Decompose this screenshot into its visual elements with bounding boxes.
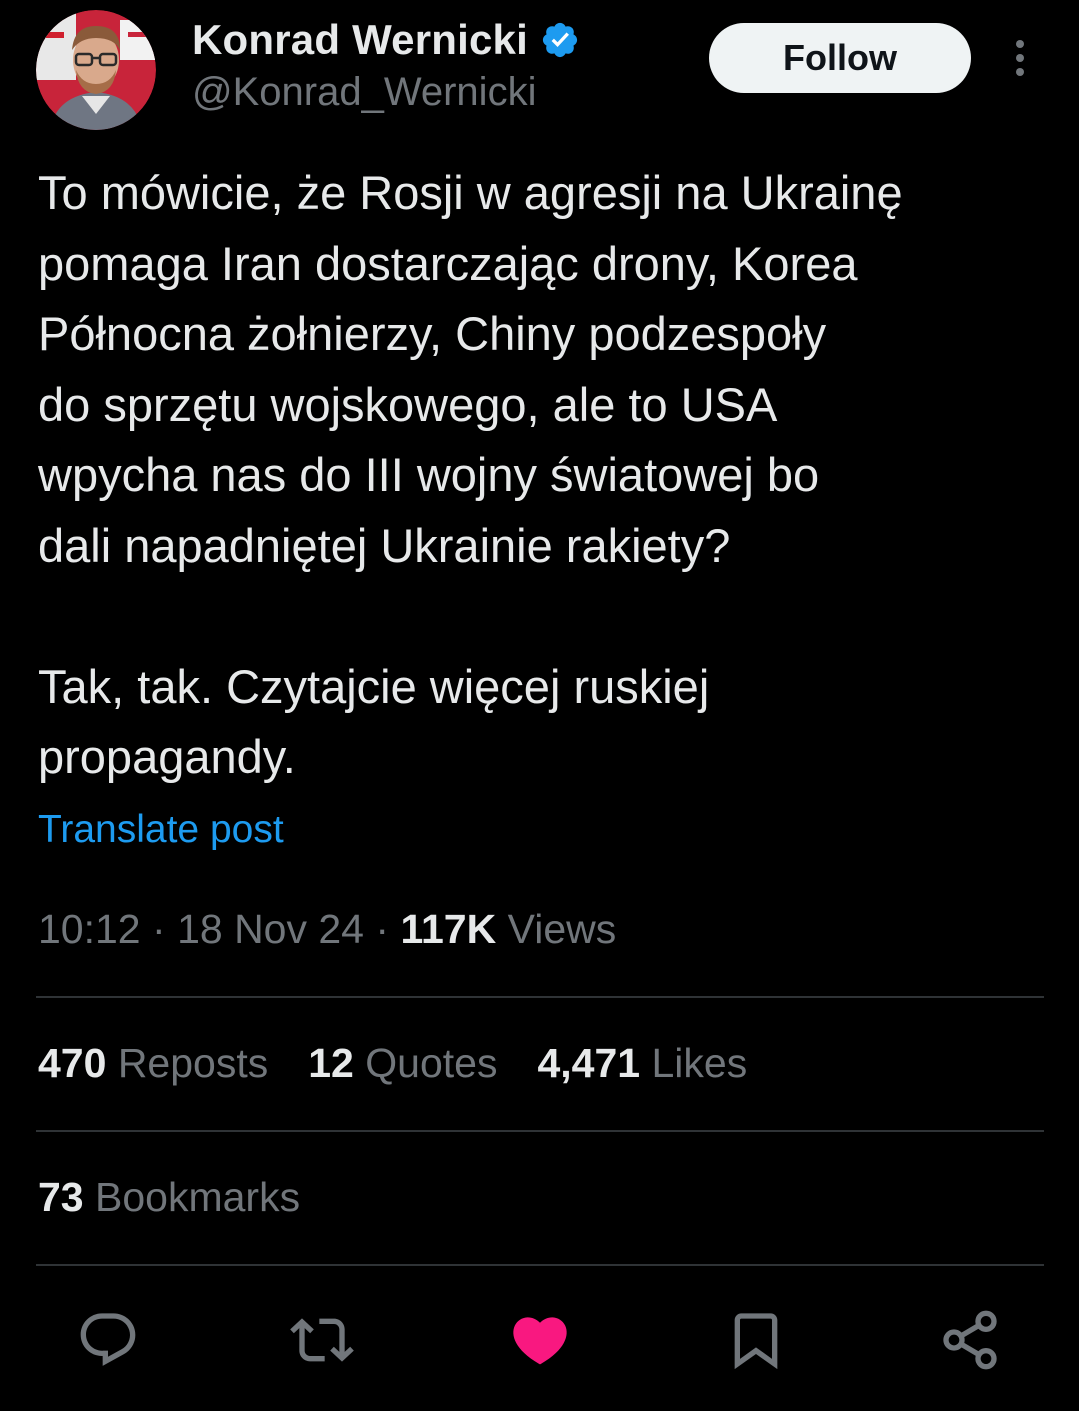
verified-badge-icon bbox=[542, 22, 578, 58]
follow-button[interactable]: Follow bbox=[709, 23, 971, 93]
quotes-stat[interactable]: 12 Quotes bbox=[308, 1040, 497, 1087]
post-date[interactable]: 18 Nov 24 bbox=[177, 906, 364, 952]
bookmark-icon bbox=[734, 1313, 778, 1370]
quotes-count: 12 bbox=[308, 1040, 354, 1086]
likes-stat[interactable]: 4,471 Likes bbox=[537, 1040, 747, 1087]
meta-separator: · bbox=[375, 906, 390, 952]
avatar[interactable] bbox=[36, 10, 156, 130]
reply-icon bbox=[80, 1313, 136, 1366]
engagement-stats: 470 Reposts 12 Quotes 4,471 Likes bbox=[38, 1040, 787, 1087]
views-label: Views bbox=[507, 906, 617, 952]
meta-separator: · bbox=[152, 906, 166, 952]
bookmarks-count: 73 bbox=[38, 1174, 84, 1220]
avatar-image bbox=[36, 10, 156, 130]
divider bbox=[36, 1264, 1044, 1266]
bookmarks-stat: 73 Bookmarks bbox=[38, 1174, 300, 1221]
share-icon bbox=[943, 1310, 997, 1370]
reposts-count: 470 bbox=[38, 1040, 107, 1086]
reply-button[interactable] bbox=[76, 1308, 140, 1372]
views-count: 117K bbox=[400, 906, 497, 952]
post-time[interactable]: 10:12 bbox=[38, 906, 141, 952]
translate-post-link[interactable]: Translate post bbox=[38, 808, 284, 852]
repost-icon bbox=[290, 1318, 354, 1362]
divider bbox=[36, 1130, 1044, 1132]
like-icon bbox=[513, 1317, 567, 1365]
reposts-stat[interactable]: 470 Reposts bbox=[38, 1040, 268, 1087]
divider bbox=[36, 996, 1044, 998]
reposts-label: Reposts bbox=[117, 1040, 269, 1086]
share-button[interactable] bbox=[938, 1308, 1002, 1372]
post-meta: 10:12 · 18 Nov 24 · 117K Views bbox=[38, 906, 616, 953]
bookmark-button[interactable] bbox=[724, 1308, 788, 1372]
more-options-icon[interactable] bbox=[1005, 38, 1035, 78]
likes-label: Likes bbox=[651, 1040, 748, 1086]
likes-count: 4,471 bbox=[537, 1040, 641, 1086]
repost-button[interactable] bbox=[290, 1308, 354, 1372]
author-name-row[interactable]: Konrad Wernicki bbox=[192, 14, 580, 66]
quotes-label: Quotes bbox=[365, 1040, 498, 1086]
bookmarks-label: Bookmarks bbox=[95, 1174, 301, 1220]
author-handle[interactable]: @Konrad_Wernicki bbox=[192, 70, 536, 115]
author-display-name[interactable]: Konrad Wernicki bbox=[192, 16, 528, 64]
post-text: To mówicie, że Rosji w agresji na Ukrain… bbox=[38, 166, 903, 783]
like-button[interactable] bbox=[508, 1308, 572, 1372]
